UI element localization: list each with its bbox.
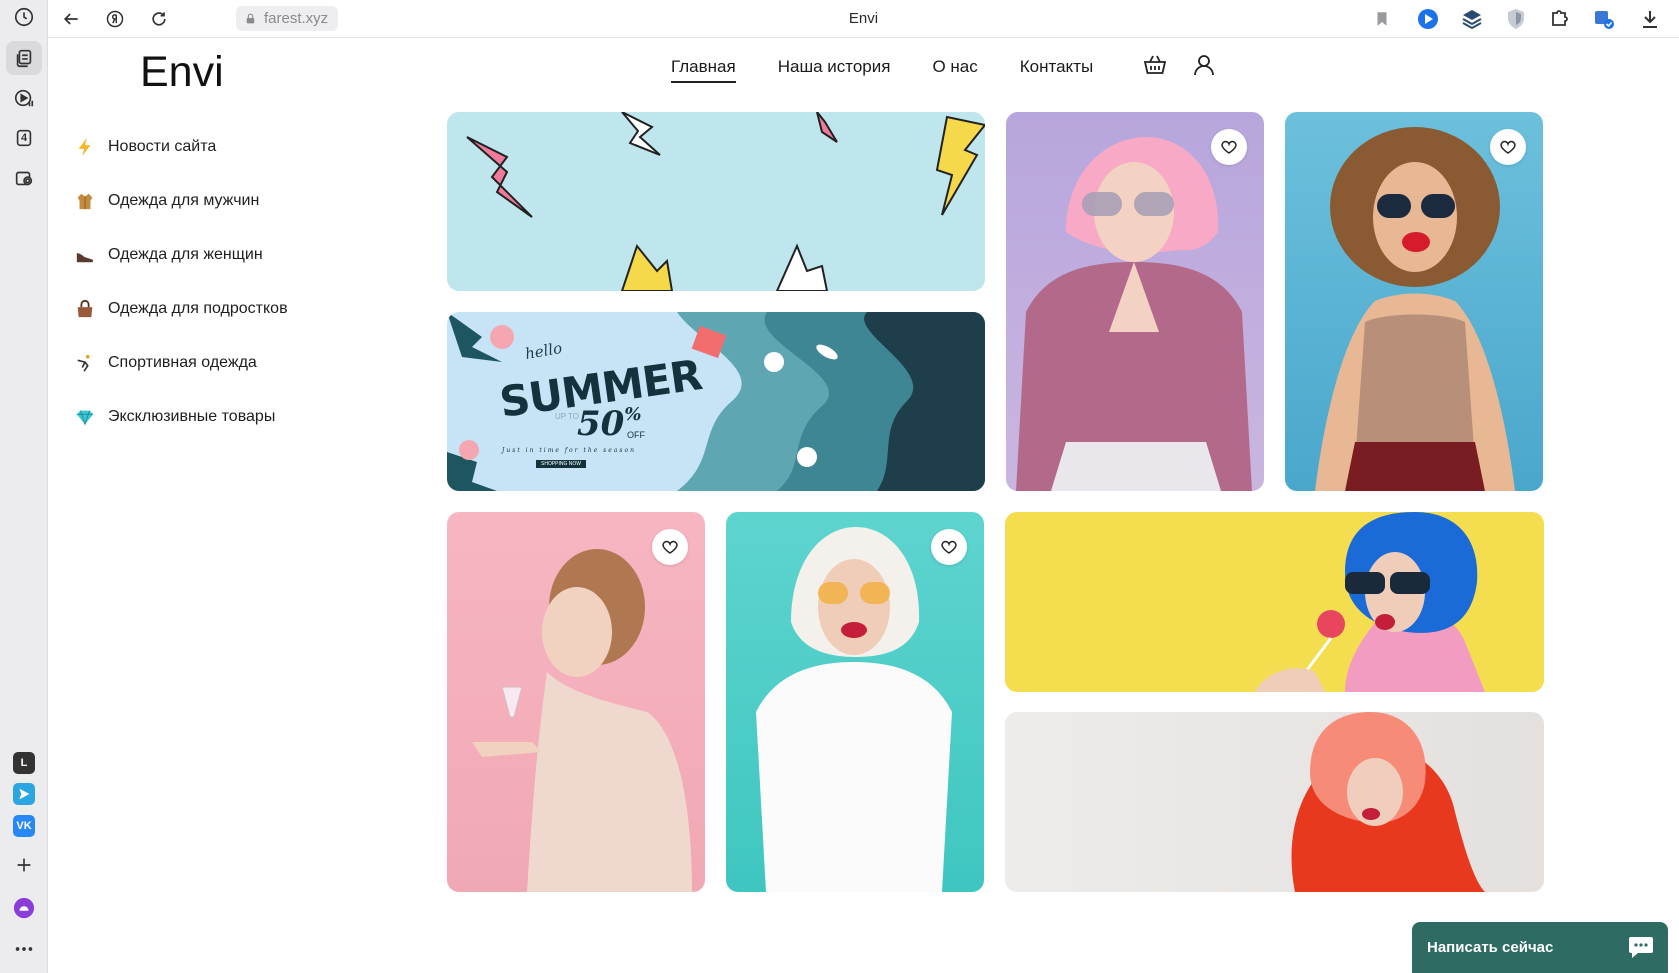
model-pink-image [472,549,692,892]
promo-up-to: UP TO [555,412,580,421]
promo-tile-summer[interactable]: hello SUMMER UP TO 50% OFF Just in time … [447,312,985,491]
heart-icon [1500,140,1516,154]
sports-icon [74,352,96,374]
bookmark-icon[interactable] [1370,7,1394,31]
category-news[interactable]: Новости сайта [74,120,288,174]
chat-button[interactable]: Написать сейчас [1412,922,1668,973]
favorite-button[interactable] [1211,129,1247,165]
favorite-button[interactable] [931,529,967,565]
model-teal-image [756,527,952,892]
lightning-pattern-image [466,112,985,291]
promo-tile-lightning[interactable] [447,112,985,291]
url-text: farest.xyz [264,10,329,27]
shoe-icon [74,244,96,266]
promo-cta[interactable]: SHOPPING NOW [536,460,587,468]
model-blue-wig-image [1255,512,1485,692]
product-tile-curly-hair[interactable] [1285,112,1543,491]
category-sports[interactable]: Спортивная одежда [74,336,288,390]
browser-sidebar: 4 L VK [0,0,48,973]
more-icon[interactable] [6,932,42,966]
promo-tile-yellow[interactable] [1005,512,1544,692]
download-icon[interactable] [1638,7,1662,31]
category-teens[interactable]: Одежда для подростков [74,282,288,336]
nav-item-history[interactable]: Наша история [778,57,891,83]
product-tile-white-wig[interactable] [726,512,984,892]
lightning-icon [74,136,96,158]
extension-puzzle-icon[interactable] [1548,7,1572,31]
user-icon[interactable] [1191,52,1217,78]
browser-toolbar: farest.xyz Envi [48,0,1679,38]
handbag-icon [74,298,96,320]
model-blue-image [1315,127,1515,491]
reload-icon[interactable] [147,7,171,31]
history-icon[interactable] [6,0,42,34]
category-list: Новости сайта Одежда для мужчин Одежда д… [74,120,288,444]
app-messenger-icon[interactable] [13,783,35,805]
category-women[interactable]: Одежда для женщин [74,228,288,282]
favorite-button[interactable] [652,529,688,565]
main-nav: Главная Наша история О нас Контакты [671,57,1093,83]
extension-layers-icon[interactable] [1460,7,1484,31]
chat-button-label: Написать сейчас [1427,939,1554,956]
chat-bubble-icon [1629,937,1653,958]
heart-icon [662,540,678,554]
address-bar[interactable]: farest.xyz [236,6,339,31]
nav-item-contacts[interactable]: Контакты [1020,57,1093,83]
back-icon[interactable] [59,7,83,31]
nav-item-home[interactable]: Главная [671,57,736,83]
heart-icon [941,540,957,554]
promo-tagline: Just in time for the season [502,447,636,454]
nav-item-about[interactable]: О нас [932,57,977,83]
product-tile-pink-wig[interactable] [1006,112,1264,491]
basket-icon[interactable] [1142,52,1168,78]
collections-icon[interactable] [6,41,42,75]
category-exclusive[interactable]: Эксклюзивные товары [74,390,288,444]
heart-icon [1221,140,1237,154]
product-tile-pink-bg[interactable] [447,512,705,892]
model-purple-image [1016,137,1252,491]
favorite-button[interactable] [1490,129,1526,165]
tabs-count-icon[interactable]: 4 [6,121,42,155]
app-vk-icon[interactable]: VK [13,815,35,837]
add-app-icon[interactable] [6,848,42,882]
alice-assistant-icon[interactable] [6,891,42,925]
extension-player-icon[interactable] [1416,7,1440,31]
extension-blue-icon[interactable] [1592,7,1616,31]
app-l-icon[interactable]: L [13,752,35,774]
lock-icon [246,13,255,24]
extension-shield-icon[interactable] [1504,7,1528,31]
site-logo[interactable]: Envi [140,48,224,97]
tabs-count: 4 [20,132,28,144]
promo-off: OFF [627,430,645,440]
screenshot-icon[interactable] [6,161,42,195]
diamond-icon [74,406,96,428]
model-red-hoodie-image [1291,712,1485,892]
media-player-icon[interactable] [6,81,42,115]
coat-icon [74,190,96,212]
promo-tile-grey[interactable] [1005,712,1544,892]
yandex-icon[interactable] [103,7,127,31]
category-men[interactable]: Одежда для мужчин [74,174,288,228]
